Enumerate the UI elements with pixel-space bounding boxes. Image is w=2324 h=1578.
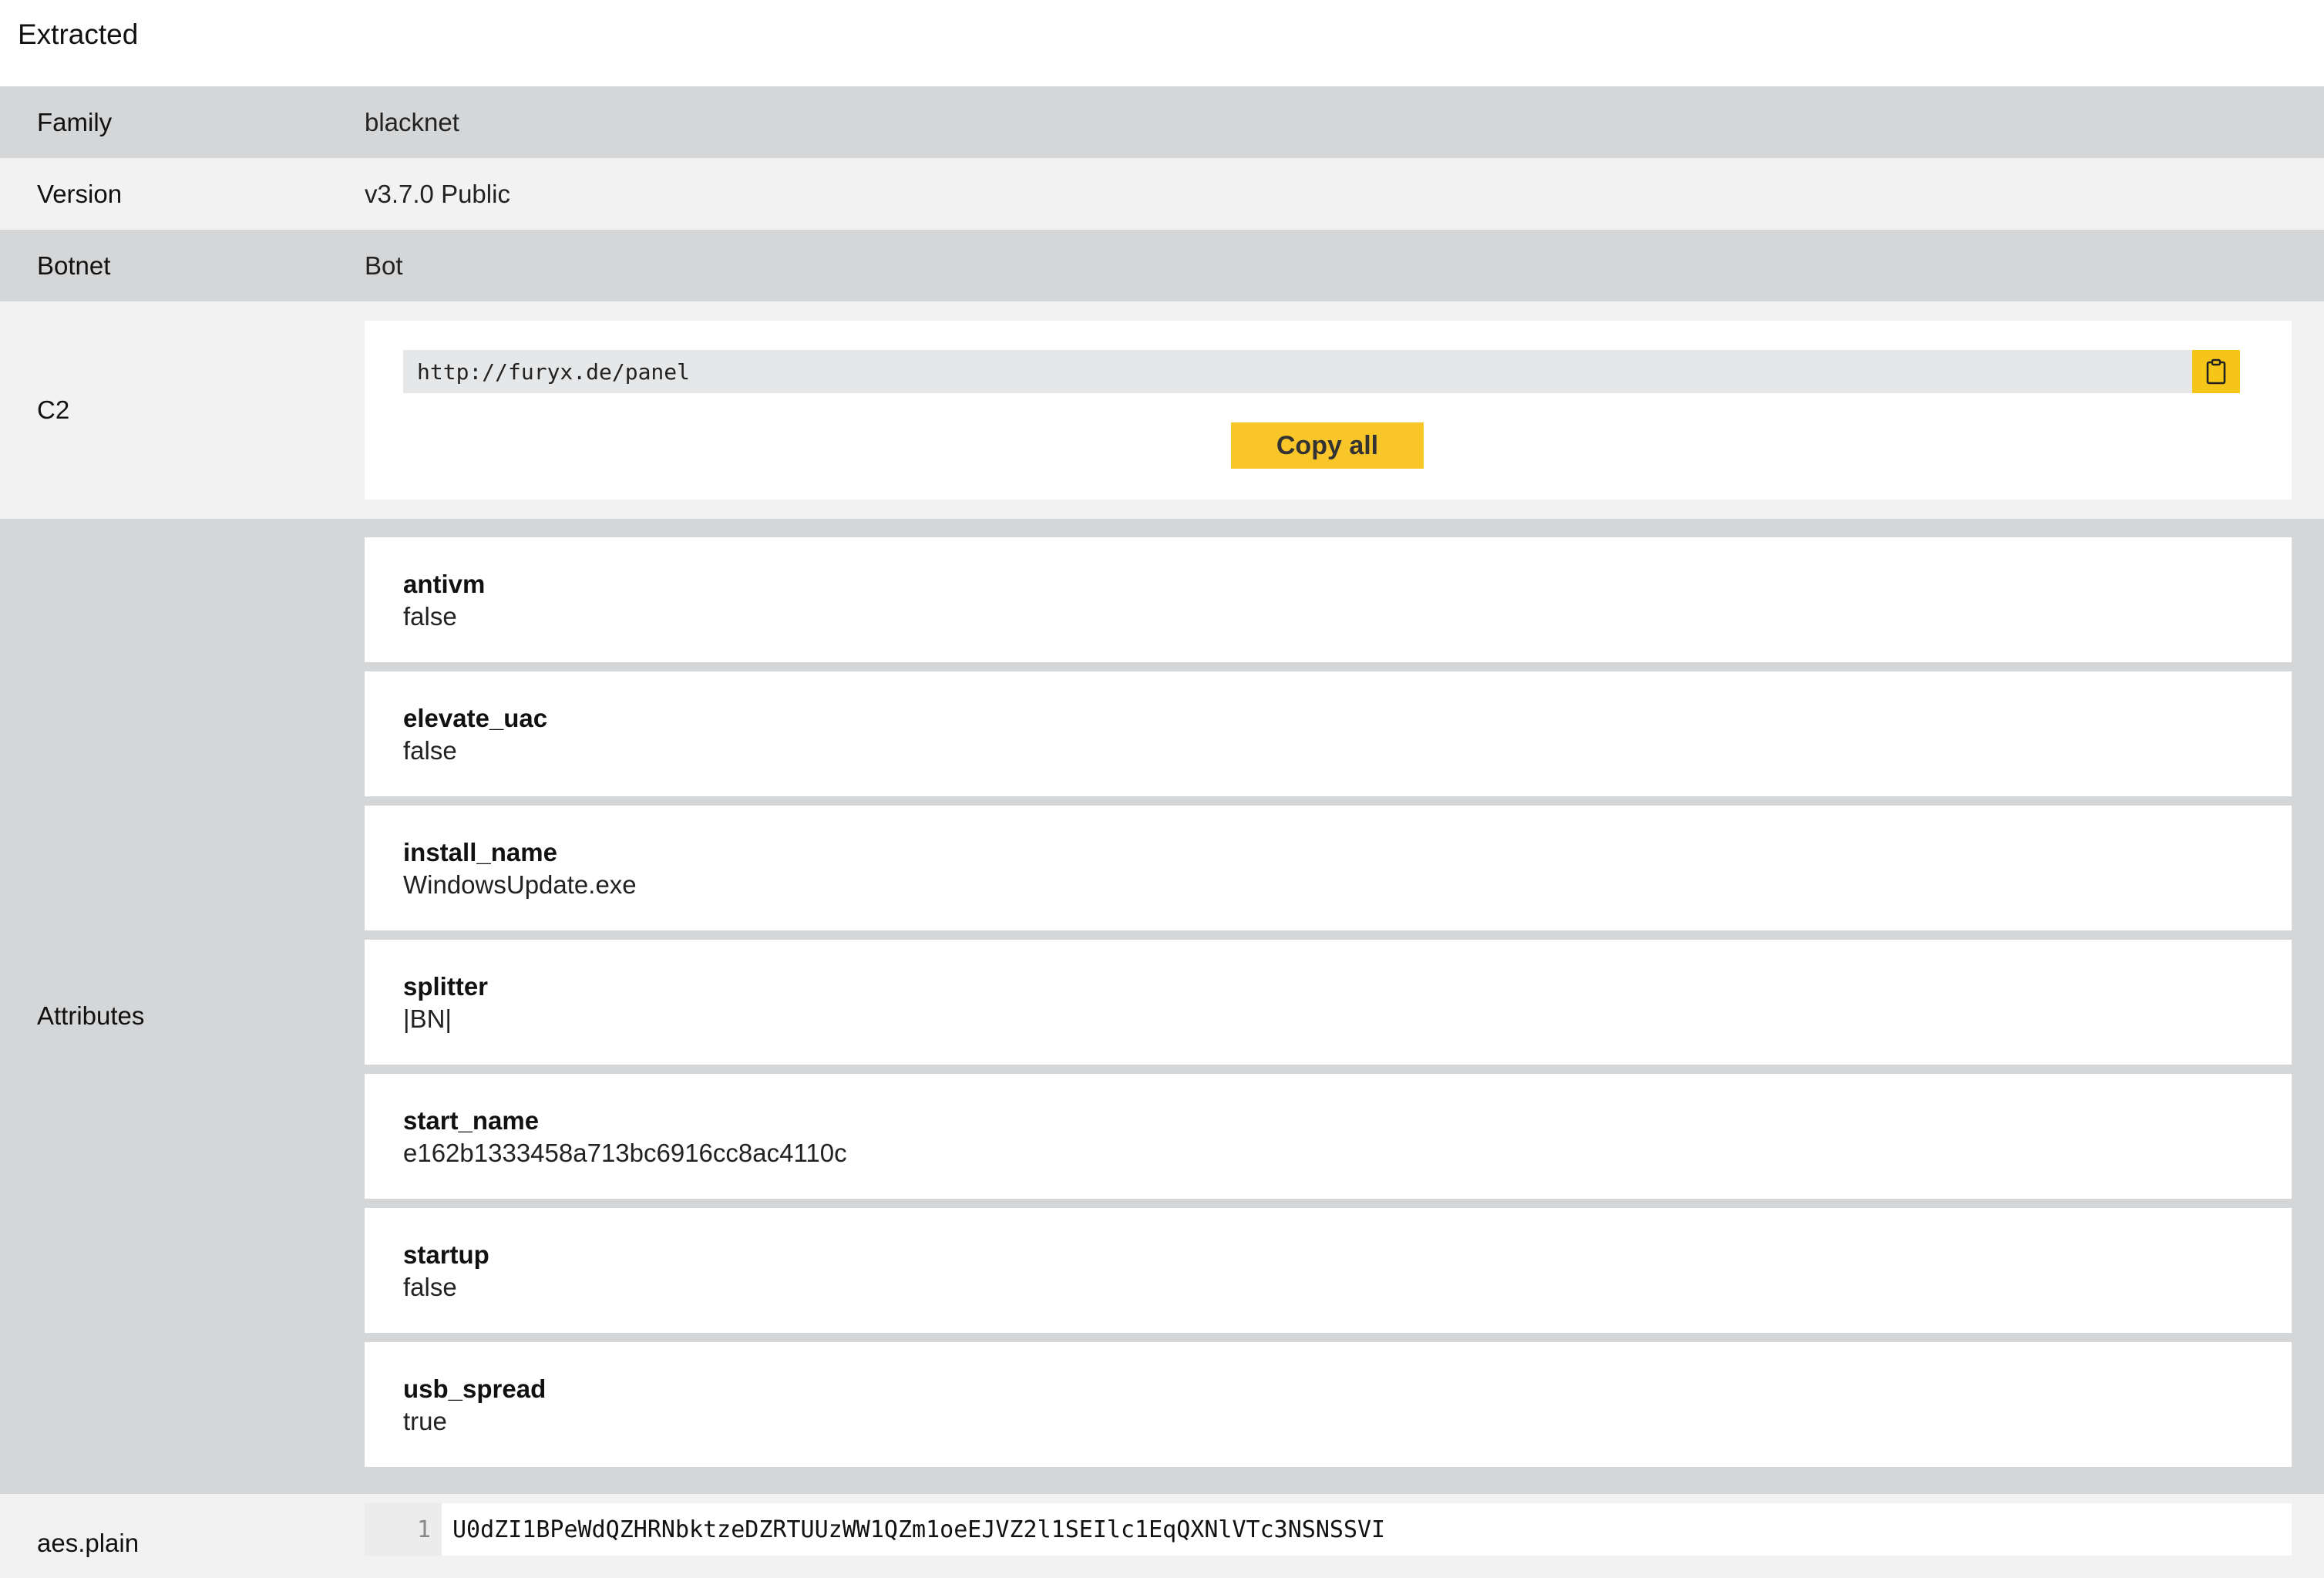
row-label-family: Family <box>37 107 113 136</box>
attribute-card: usb_spread true <box>365 1342 2292 1467</box>
code-line[interactable]: U0dZI1BPeWdQZHRNbktzeDZRTUUzWW1QZm1oeEJV… <box>442 1516 1385 1543</box>
row-botnet: Botnet Bot <box>0 230 2324 301</box>
row-version: Version v3.7.0 Public <box>0 158 2324 230</box>
attribute-value: WindowsUpdate.exe <box>403 870 637 899</box>
row-c2: C2 http://furyx.de/panel Copy all <box>0 301 2324 519</box>
c2-entry[interactable]: http://furyx.de/panel <box>403 350 2192 393</box>
section-title: Extracted <box>18 19 139 50</box>
copy-entry-button[interactable] <box>2192 350 2240 393</box>
attribute-card: start_name e162b1333458a713bc6916cc8ac41… <box>365 1074 2292 1199</box>
row-value-version: v3.7.0 Public <box>365 179 510 208</box>
c2-box: http://furyx.de/panel Copy all <box>365 321 2292 500</box>
attribute-list: antivm false elevate_uac false install_n… <box>365 537 2292 1494</box>
row-label-aes-plain: aes.plain <box>37 1529 140 1557</box>
attribute-card: startup false <box>365 1208 2292 1333</box>
line-number: 1 <box>365 1503 442 1556</box>
attribute-key: antivm <box>403 570 486 598</box>
row-value-family: blacknet <box>365 107 459 136</box>
attribute-value: true <box>403 1407 447 1435</box>
attribute-value: false <box>403 736 457 765</box>
row-label-version: Version <box>37 179 123 208</box>
attribute-key: startup <box>403 1240 489 1269</box>
row-aes-plain: aes.plain 1 U0dZI1BPeWdQZHRNbktzeDZRTUUz… <box>0 1494 2324 1578</box>
attribute-key: splitter <box>403 972 489 1001</box>
attribute-value: |BN| <box>403 1004 452 1033</box>
copy-all-button[interactable]: Copy all <box>1231 422 1424 469</box>
row-attributes: Attributes antivm false elevate_uac fals… <box>0 519 2324 1494</box>
attribute-value: e162b1333458a713bc6916cc8ac4110c <box>403 1139 847 1167</box>
code-block[interactable]: 1 U0dZI1BPeWdQZHRNbktzeDZRTUUzWW1QZm1oeE… <box>365 1503 2292 1556</box>
attribute-key: elevate_uac <box>403 704 548 732</box>
page: Extracted Family blacknet Version v3.7.0… <box>0 0 2324 1578</box>
attribute-key: install_name <box>403 838 557 866</box>
attribute-card: install_name WindowsUpdate.exe <box>365 806 2292 930</box>
attribute-value: false <box>403 1273 457 1301</box>
attribute-card: elevate_uac false <box>365 671 2292 796</box>
attribute-key: usb_spread <box>403 1374 547 1403</box>
clipboard-icon <box>2206 358 2226 385</box>
attribute-key: start_name <box>403 1106 540 1135</box>
row-family: Family blacknet <box>0 86 2324 158</box>
header: Extracted <box>0 0 2324 86</box>
attribute-value: false <box>403 602 457 631</box>
row-label-botnet: Botnet <box>37 251 111 280</box>
row-label-c2: C2 <box>37 395 70 424</box>
attribute-card: splitter |BN| <box>365 940 2292 1065</box>
attribute-card: antivm false <box>365 537 2292 662</box>
row-label-attributes: Attributes <box>37 1001 145 1030</box>
row-value-botnet: Bot <box>365 251 403 280</box>
